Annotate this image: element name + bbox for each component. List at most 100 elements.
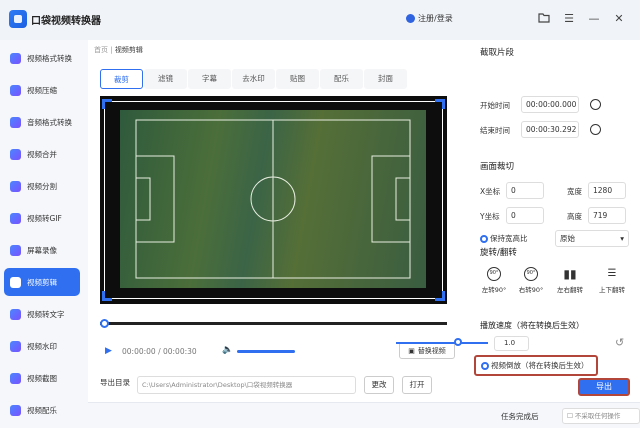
change-dir-button[interactable]: 更改: [364, 376, 394, 394]
replace-video-button[interactable]: ▣ 替换视频: [399, 342, 455, 359]
height-input[interactable]: 719: [588, 207, 626, 224]
timeline-handle[interactable]: [100, 319, 109, 328]
crop-box[interactable]: [104, 101, 443, 299]
end-time-input[interactable]: 00:00:30.292: [521, 121, 579, 138]
tab-subtitle[interactable]: 字幕: [188, 69, 231, 89]
play-icon[interactable]: ▶: [105, 346, 112, 356]
edit-icon: [10, 276, 21, 288]
record-icon: [10, 244, 21, 256]
sidebar-item-watermark[interactable]: 视频水印: [4, 332, 80, 360]
sidebar-item-label: 视频压缩: [27, 85, 57, 95]
volume-icon[interactable]: 🔈: [222, 345, 233, 355]
sidebar-item-merge[interactable]: 视频合并: [4, 140, 80, 168]
tab-filter[interactable]: 滤镜: [144, 69, 187, 89]
start-time-label: 开始时间: [480, 101, 510, 110]
sidebar-item-label: 视频截图: [27, 373, 57, 383]
width-label: 宽度: [567, 187, 582, 196]
start-time-input[interactable]: 00:00:00.000: [521, 96, 579, 113]
tab-sticker[interactable]: 贴图: [276, 69, 319, 89]
output-dir-label: 导出目录: [100, 378, 130, 387]
sidebar-item-screen-record[interactable]: 屏幕录像: [4, 236, 80, 264]
keep-aspect-radio-icon: [480, 235, 488, 243]
reset-speed-icon[interactable]: ↺: [615, 336, 624, 349]
volume-slider[interactable]: [237, 350, 295, 353]
set-start-clock-icon[interactable]: [590, 99, 601, 110]
speed-slider[interactable]: [396, 342, 488, 344]
flip-horizontal-icon: ▮▮: [563, 267, 577, 281]
sidebar-item-label: 音频格式转换: [27, 117, 72, 127]
keep-aspect-label: 保持宽高比: [490, 234, 528, 243]
sidebar-item-split[interactable]: 视频分割: [4, 172, 80, 200]
rotate-left-button[interactable]: 90° 左转90°: [477, 267, 511, 294]
y-label: Y坐标: [480, 212, 500, 221]
flip-vertical-button[interactable]: ☰ 上下翻转: [595, 267, 629, 294]
height-label: 高度: [567, 212, 582, 221]
width-input[interactable]: 1280: [588, 182, 626, 199]
flip-horizontal-button[interactable]: ▮▮ 左右翻转: [553, 267, 587, 294]
open-dir-button[interactable]: 打开: [402, 376, 432, 394]
tab-music[interactable]: 配乐: [320, 69, 363, 89]
screenshot-icon: [10, 372, 21, 384]
folder-icon[interactable]: [537, 12, 551, 26]
sidebar-item-screenshot[interactable]: 视频截图: [4, 364, 80, 392]
login-link[interactable]: 注册/登录: [406, 13, 453, 24]
reverse-radio-icon: [481, 362, 489, 370]
timeline-track[interactable]: [100, 322, 447, 325]
output-path-input[interactable]: C:\Users\Administrator\Desktop\口袋视频转换器: [137, 376, 356, 394]
breadcrumb-home[interactable]: 首页: [94, 46, 108, 54]
sidebar-item-video-edit[interactable]: 视频剪辑: [4, 268, 80, 296]
music-icon: [10, 404, 21, 416]
text-icon: [10, 308, 21, 320]
footer-bar: 任务完成后 ☐ 不采取任何操作: [88, 402, 640, 428]
close-icon[interactable]: ✕: [612, 12, 626, 26]
after-task-select[interactable]: ☐ 不采取任何操作: [562, 408, 640, 424]
sidebar-item-to-gif[interactable]: 视频转GIF: [4, 204, 80, 232]
breadcrumb-current: 视频剪辑: [114, 46, 143, 54]
video-preview[interactable]: [100, 96, 447, 304]
app-title: 口袋视频转换器: [31, 16, 101, 27]
crop-handle-top-right[interactable]: [435, 99, 445, 109]
sidebar-item-music[interactable]: 视频配乐: [4, 396, 80, 424]
speed-input[interactable]: 1.0: [494, 336, 529, 351]
sidebar-item-to-text[interactable]: 视频转文字: [4, 300, 80, 328]
sidebar-item-audio-convert[interactable]: 音频格式转换: [4, 108, 80, 136]
rotate-title: 旋转/翻转: [480, 248, 517, 258]
sidebar-item-label: 视频配乐: [27, 405, 57, 415]
sidebar-item-label: 视频水印: [27, 341, 57, 351]
tab-crop[interactable]: 裁剪: [100, 69, 143, 89]
sidebar-item-format-convert[interactable]: 视频格式转换: [4, 44, 80, 72]
gif-icon: [10, 212, 21, 224]
sidebar-item-label: 视频合并: [27, 149, 57, 159]
sidebar-item-compress[interactable]: 视频压缩: [4, 76, 80, 104]
tab-cover[interactable]: 封面: [364, 69, 407, 89]
keep-aspect-option[interactable]: 保持宽高比: [480, 233, 528, 244]
x-label: X坐标: [480, 187, 501, 196]
reverse-video-option[interactable]: 视频倒放（将在转换后生效）: [474, 355, 598, 376]
export-button[interactable]: 导出: [578, 378, 630, 396]
set-end-clock-icon[interactable]: [590, 124, 601, 135]
login-label: 注册/登录: [418, 14, 453, 23]
rotate-right-button[interactable]: 90° 右转90°: [514, 267, 548, 294]
app-logo-icon: [9, 10, 27, 28]
crop-handle-top-left[interactable]: [102, 99, 112, 109]
rotate-left-icon: 90°: [487, 267, 501, 281]
sidebar-item-label: 视频格式转换: [27, 53, 72, 63]
minimize-icon[interactable]: —: [587, 12, 601, 26]
menu-icon[interactable]: ☰: [562, 12, 576, 26]
y-input[interactable]: 0: [506, 207, 544, 224]
speed-slider-handle[interactable]: [454, 338, 462, 346]
user-icon: [406, 14, 415, 23]
crop-handle-bottom-left[interactable]: [102, 291, 112, 301]
clip-title: 截取片段: [480, 48, 515, 58]
checkbox-icon: ☐: [567, 412, 573, 420]
sidebar-item-label: 屏幕录像: [27, 245, 57, 255]
x-input[interactable]: 0: [506, 182, 544, 199]
watermark-icon: [10, 340, 21, 352]
edit-tabs: 裁剪 滤镜 字幕 去水印 贴图 配乐 封面: [100, 69, 408, 89]
tab-remove-watermark[interactable]: 去水印: [232, 69, 275, 89]
replace-video-label: 替换视频: [417, 346, 446, 355]
split-icon: [10, 180, 21, 192]
aspect-select[interactable]: 原始 ▾: [555, 230, 629, 247]
crop-handle-bottom-right[interactable]: [435, 291, 445, 301]
flip-vertical-label: 上下翻转: [599, 286, 625, 294]
